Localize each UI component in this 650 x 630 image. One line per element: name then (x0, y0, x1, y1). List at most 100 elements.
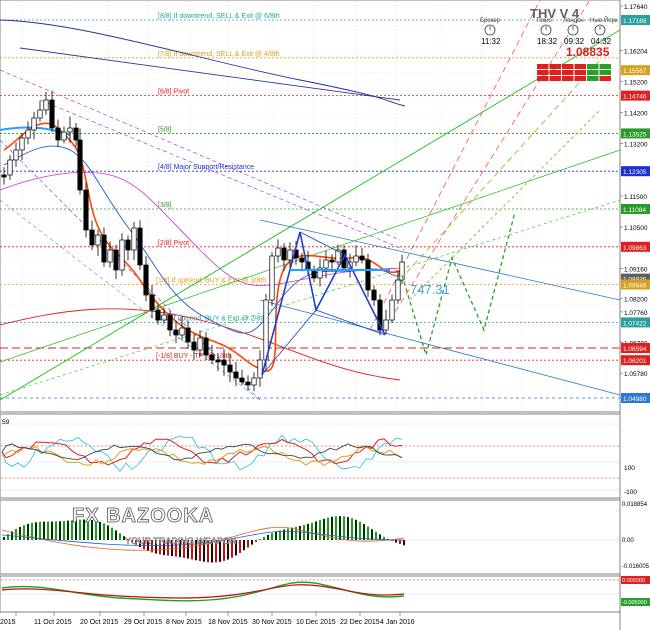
murrey-label-3: [5/8] (158, 126, 172, 133)
murrey-label-7: [1/8] If uptrend, BUY & Exit @ 3/8th (156, 277, 266, 284)
candle-body (179, 327, 185, 336)
candle-body (107, 249, 113, 263)
price-tag-1: 1.17188 (623, 18, 647, 25)
osc2-bar (7, 534, 9, 540)
price-label-10: 1.11500 (624, 194, 647, 201)
price-tag-7: 1.13525 (623, 131, 647, 138)
candle-body (399, 261, 405, 281)
osc2-bar (299, 525, 301, 540)
signal-cell-2-3 (574, 76, 586, 81)
clock-time-1: 18:32 (537, 37, 558, 46)
osc2-bar (263, 536, 265, 540)
candle-body (119, 239, 125, 271)
candle-body (197, 337, 203, 351)
osc2-bar (363, 524, 365, 540)
candle-body (227, 364, 233, 373)
osc2-bar (399, 540, 401, 544)
candle-body (311, 269, 317, 279)
candle-body (263, 299, 269, 361)
signal-cell-0-4 (587, 64, 599, 69)
osc2-bar (351, 518, 353, 540)
candle-body (13, 149, 19, 161)
candle-body (245, 381, 251, 386)
osc2-bar (15, 528, 17, 540)
osc2-bar (259, 539, 261, 540)
clock-time-0: 11:32 (481, 37, 501, 46)
signal-cell-0-2 (562, 64, 574, 69)
clock-label-0: Брокер (480, 18, 501, 24)
clock-label-2: Лондон (563, 18, 584, 24)
signal-cell-0-5 (599, 64, 611, 69)
candle-body (359, 255, 365, 261)
osc2-bar (315, 521, 317, 540)
candle-body (161, 314, 167, 321)
candle-body (143, 264, 149, 296)
candle-body (269, 255, 275, 301)
osc2-bar (111, 527, 113, 540)
candle-body (101, 234, 107, 263)
osc2-bar (271, 533, 273, 540)
xlabel-4: 8 Nov 2015 (166, 619, 202, 626)
xlabel-2: 20 Oct 2015 (80, 619, 118, 626)
clock-time-2: 09:32 (564, 37, 585, 46)
candle-body (209, 354, 215, 361)
signal-cell-1-0 (537, 70, 549, 75)
candle-body (221, 359, 227, 366)
osc2-bar (291, 527, 293, 540)
candle-body (167, 314, 173, 331)
osc2-bar (55, 521, 57, 540)
candle-body (251, 377, 257, 386)
osc2-tick-0: 0.018854 (622, 502, 648, 508)
signal-cell-1-4 (587, 70, 599, 75)
osc2-bar (59, 521, 61, 540)
xlabel-8: 22 Dec 2015 (340, 619, 380, 626)
candle-body (191, 341, 197, 351)
osc2-bar (323, 518, 325, 540)
candle-body (125, 239, 131, 251)
candle-body (89, 229, 95, 246)
candle-body (383, 319, 389, 331)
watermark-title: FX BAZOOKA (72, 505, 214, 527)
time-axis: 2015 11 Oct 2015 20 Oct 2015 29 Oct 2015 8 N… (0, 612, 415, 626)
candle-body (49, 99, 55, 129)
candle-body (275, 247, 281, 257)
candle-body (233, 371, 239, 379)
osc2-bar (115, 530, 117, 540)
price-label-2: 1.16204 (624, 48, 648, 55)
osc2-bar (39, 521, 41, 540)
osc3-tick-1: -0.005000 (622, 600, 647, 606)
price-label-12: 1.10500 (624, 225, 648, 232)
osc2-bar (251, 540, 253, 545)
osc2-bar (275, 531, 277, 540)
candle-body (299, 257, 305, 263)
osc2-bar (19, 526, 21, 540)
osc2-tick-1: 0.00 (622, 538, 634, 544)
candle-body (61, 131, 67, 141)
xlabel-6: 30 Nov 2015 (252, 619, 292, 626)
clock-label-3: Нью-Йорк (590, 16, 618, 24)
xlabel-5: 18 Nov 2015 (208, 619, 248, 626)
osc3-tick-0: 0.005000 (622, 578, 645, 584)
candle-body (131, 227, 137, 251)
candle-body (83, 189, 89, 231)
osc2-bar (63, 520, 65, 540)
signal-cell-2-2 (562, 76, 574, 81)
candle-body (37, 109, 43, 119)
price-tag-22: 1.06201 (623, 358, 647, 365)
signal-cell-1-1 (549, 70, 561, 75)
price-label-23: 1.05780 (624, 371, 648, 378)
murrey-label-4: [4/8] Major Support/Resistance (158, 164, 254, 171)
price-tag-24: 1.04980 (623, 396, 647, 403)
signal-cell-2-4 (587, 76, 599, 81)
price-label-14: 1.09160 (624, 267, 648, 274)
candle-body (149, 294, 155, 311)
price-label-4: 1.15200 (624, 80, 648, 87)
murrey-label-1: [7/8] If downtrend, SELL & Exit @ 4/8th (158, 51, 280, 58)
xlabel-3: 29 Oct 2015 (124, 619, 162, 626)
candle-body (19, 137, 25, 151)
osc2-bar (311, 522, 313, 540)
osc2-bar (347, 517, 349, 540)
osc2-bar (371, 529, 373, 540)
price-label-6: 1.14200 (624, 111, 648, 118)
osc2-bar (335, 516, 337, 540)
